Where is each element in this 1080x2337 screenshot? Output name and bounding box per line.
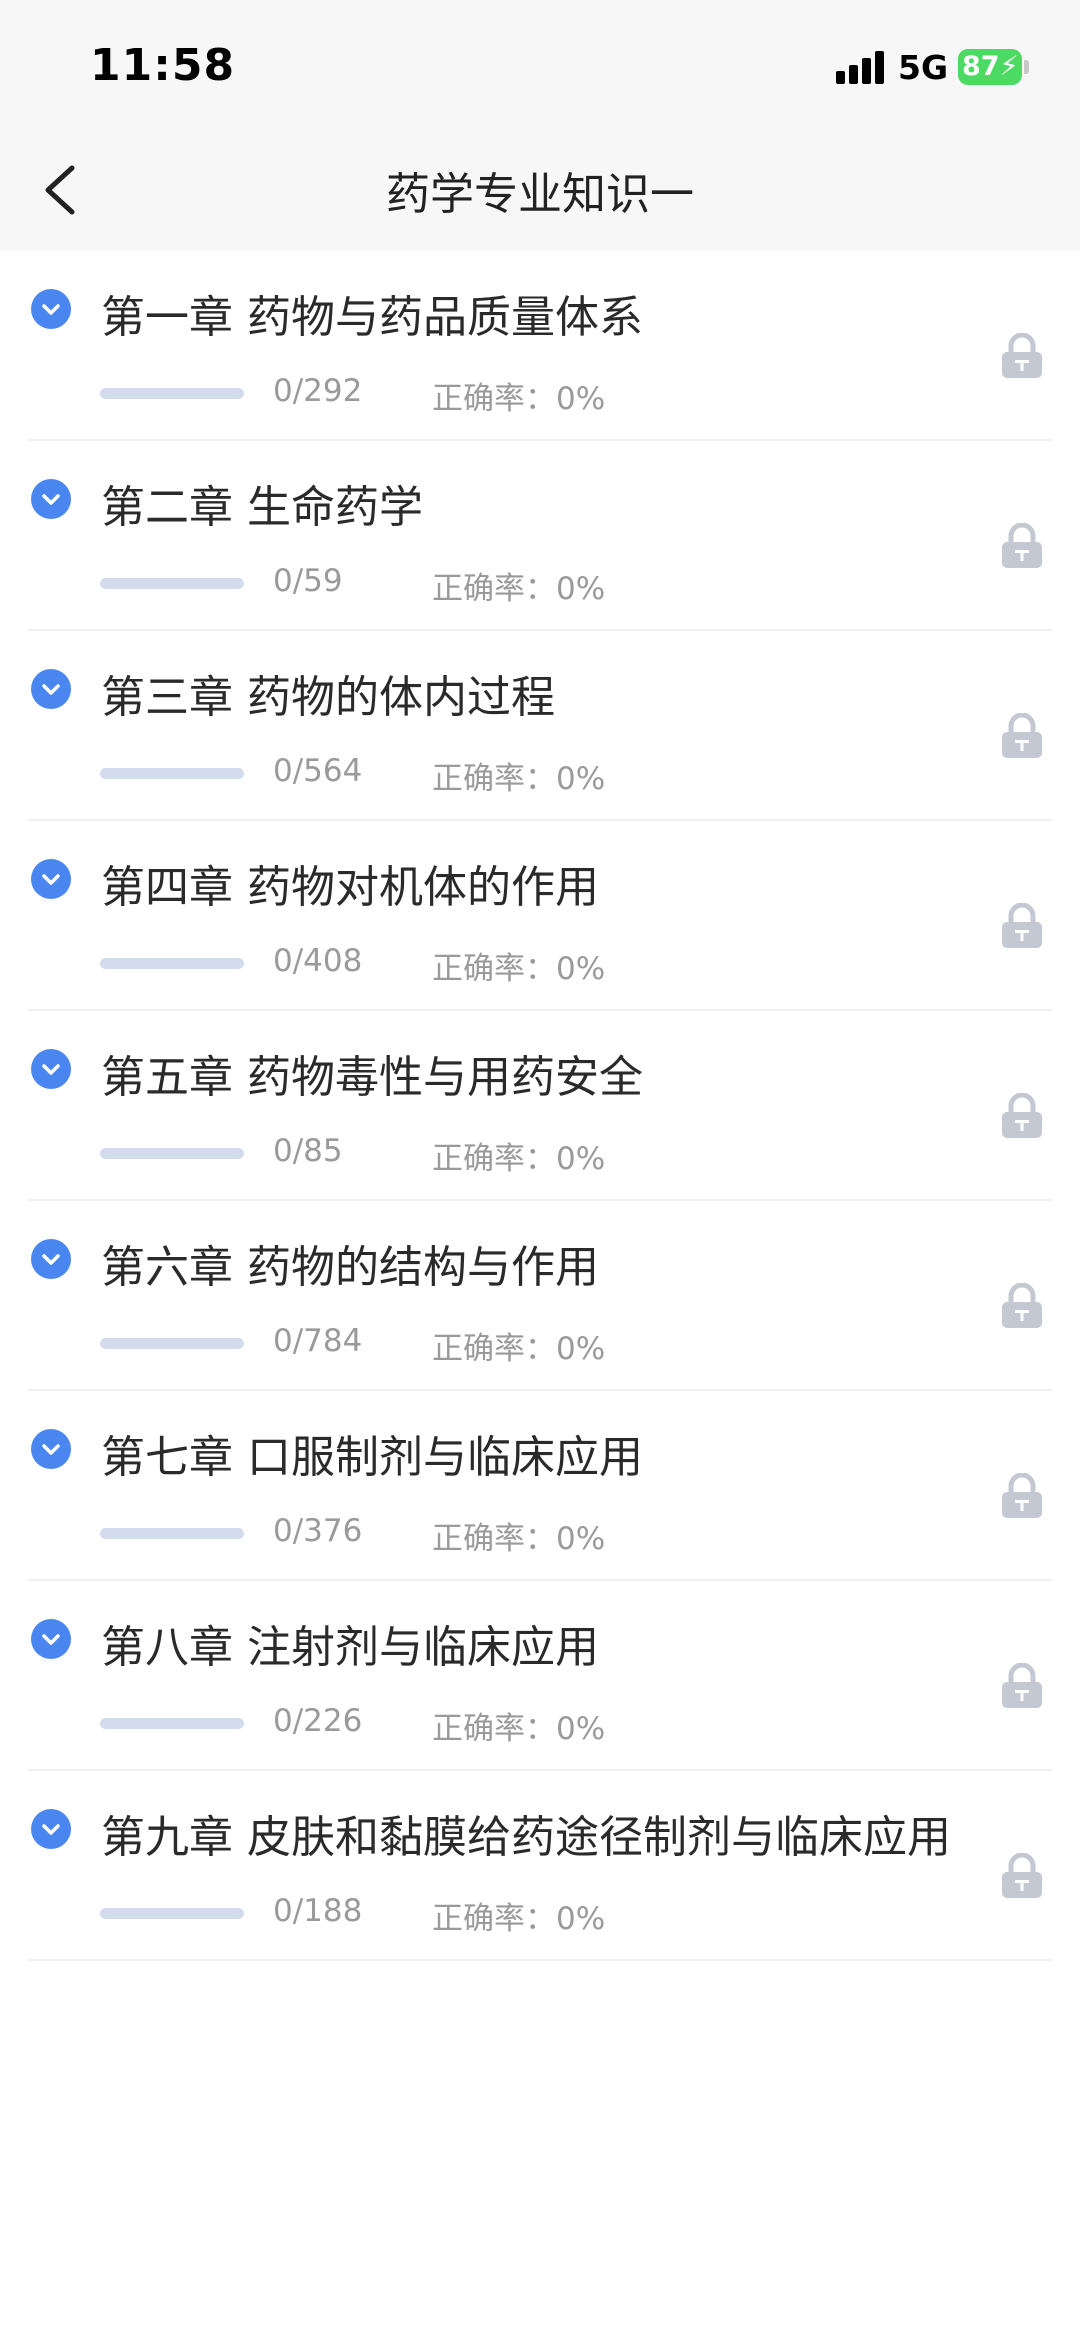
chevron-down-icon[interactable] (31, 289, 71, 329)
chapter-row[interactable]: 第八章 注射剂与临床应用 0/226 正确率：0% (28, 1581, 1052, 1771)
chevron-down-icon[interactable] (31, 1049, 71, 1089)
battery-icon: 87⚡ (958, 49, 1032, 85)
screen: 11:58 5G 87⚡ 药学专业知识一 第一章 药物与药品质量体系 0/292… (0, 0, 1080, 2337)
question-count: 0/376 (273, 1513, 363, 1549)
accuracy-rate: 正确率：0% (432, 1141, 606, 1177)
chevron-down-icon[interactable] (31, 1619, 71, 1659)
accuracy-rate: 正确率：0% (432, 761, 606, 797)
accuracy-rate: 正确率：0% (432, 381, 606, 417)
progress-bar (100, 1148, 244, 1159)
progress-bar (100, 388, 244, 399)
lock-icon[interactable] (1000, 902, 1044, 949)
chapter-row[interactable]: 第七章 口服制剂与临床应用 0/376 正确率：0% (28, 1391, 1052, 1581)
progress-bar (100, 958, 244, 969)
accuracy-rate: 正确率：0% (432, 951, 606, 987)
chapter-list: 第一章 药物与药品质量体系 0/292 正确率：0% 第二章 生命药学 0/59 正确率：… (0, 251, 1080, 1961)
chapter-row[interactable]: 第四章 药物对机体的作用 0/408 正确率：0% (28, 821, 1052, 1011)
chapter-title: 第七章 口服制剂与临床应用 (101, 1432, 643, 1483)
lock-icon[interactable] (1000, 1282, 1044, 1329)
progress-bar (100, 1528, 244, 1539)
chevron-down-icon[interactable] (31, 1809, 71, 1849)
lock-icon[interactable] (1000, 1472, 1044, 1519)
chevron-down-icon[interactable] (31, 1239, 71, 1279)
question-count: 0/292 (273, 373, 363, 409)
chevron-down-icon[interactable] (31, 669, 71, 709)
header: 11:58 5G 87⚡ 药学专业知识一 (0, 0, 1080, 251)
status-time: 11:58 (90, 40, 236, 91)
chapter-row[interactable]: 第九章 皮肤和黏膜给药途径制剂与临床应用 0/188 正确率：0% (28, 1771, 1052, 1961)
battery-level: 87 (962, 51, 1000, 82)
accuracy-rate: 正确率：0% (432, 571, 606, 607)
progress-bar (100, 1338, 244, 1349)
question-count: 0/188 (273, 1893, 363, 1929)
accuracy-rate: 正确率：0% (432, 1331, 606, 1367)
chapter-title: 第六章 药物的结构与作用 (101, 1242, 599, 1293)
lock-icon[interactable] (1000, 522, 1044, 569)
chapter-row[interactable]: 第一章 药物与药品质量体系 0/292 正确率：0% (28, 251, 1052, 441)
progress-bar (100, 1718, 244, 1729)
chapter-title: 第四章 药物对机体的作用 (101, 862, 599, 913)
chapter-title: 第九章 皮肤和黏膜给药途径制剂与临床应用 (101, 1812, 951, 1863)
status-bar: 11:58 5G 87⚡ (0, 0, 1080, 130)
chevron-down-icon[interactable] (31, 479, 71, 519)
chapter-title: 第二章 生命药学 (101, 482, 423, 533)
question-count: 0/408 (273, 943, 363, 979)
question-count: 0/564 (273, 753, 363, 789)
progress-bar (100, 1908, 244, 1919)
chapter-row[interactable]: 第六章 药物的结构与作用 0/784 正确率：0% (28, 1201, 1052, 1391)
accuracy-rate: 正确率：0% (432, 1901, 606, 1937)
charging-icon: ⚡ (999, 51, 1019, 82)
chevron-down-icon[interactable] (31, 859, 71, 899)
chapter-title: 第三章 药物的体内过程 (101, 672, 555, 723)
chapter-title: 第一章 药物与药品质量体系 (101, 292, 643, 343)
lock-icon[interactable] (1000, 332, 1044, 379)
accuracy-rate: 正确率：0% (432, 1711, 606, 1747)
nav-bar: 药学专业知识一 (0, 130, 1080, 251)
chapter-row[interactable]: 第二章 生命药学 0/59 正确率：0% (28, 441, 1052, 631)
network-type: 5G (898, 48, 949, 87)
chevron-down-icon[interactable] (31, 1429, 71, 1469)
page-title: 药学专业知识一 (386, 169, 694, 220)
chapter-title: 第五章 药物毒性与用药安全 (101, 1052, 643, 1103)
signal-icon (836, 50, 886, 84)
accuracy-rate: 正确率：0% (432, 1521, 606, 1557)
lock-icon[interactable] (1000, 1092, 1044, 1139)
chapter-title: 第八章 注射剂与临床应用 (101, 1622, 599, 1673)
chapter-row[interactable]: 第三章 药物的体内过程 0/564 正确率：0% (28, 631, 1052, 821)
lock-icon[interactable] (1000, 712, 1044, 759)
question-count: 0/85 (273, 1133, 343, 1169)
question-count: 0/226 (273, 1703, 363, 1739)
lock-icon[interactable] (1000, 1662, 1044, 1709)
chapter-row[interactable]: 第五章 药物毒性与用药安全 0/85 正确率：0% (28, 1011, 1052, 1201)
progress-bar (100, 578, 244, 589)
progress-bar (100, 768, 244, 779)
lock-icon[interactable] (1000, 1852, 1044, 1899)
question-count: 0/59 (273, 563, 343, 599)
question-count: 0/784 (273, 1323, 363, 1359)
